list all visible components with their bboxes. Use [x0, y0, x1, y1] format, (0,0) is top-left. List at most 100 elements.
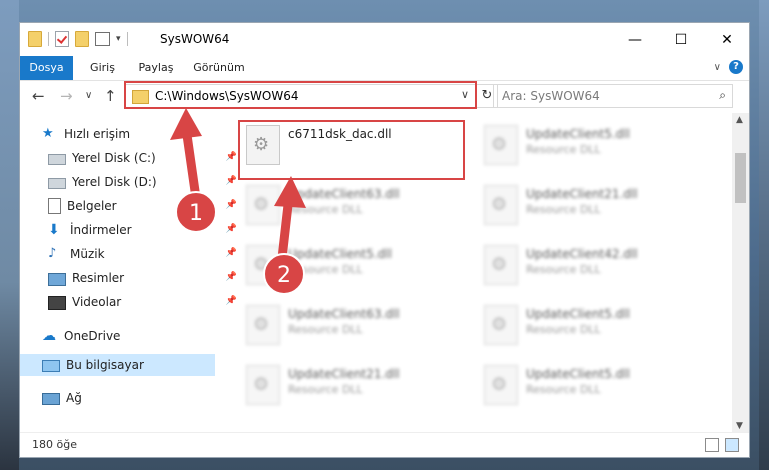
file-name: UpdateClient63.dll [288, 307, 400, 321]
forward-arrow-icon[interactable]: → [60, 87, 73, 105]
new-folder-icon[interactable] [75, 31, 89, 47]
minimize-button[interactable]: — [612, 23, 658, 56]
search-placeholder: Ara: SysWOW64 [502, 89, 600, 103]
dll-file-icon [484, 365, 518, 405]
sidebar-item-label: Ağ [66, 391, 82, 405]
help-icon[interactable]: ? [729, 60, 743, 74]
sidebar-item-music[interactable]: ♪ Müzik 📌 [20, 243, 243, 265]
computer-icon [42, 360, 60, 372]
sidebar-item-label: Yerel Disk (C:) [72, 151, 156, 165]
dll-file-icon [246, 185, 280, 225]
sidebar-item-disk-c[interactable]: Yerel Disk (C:) 📌 [20, 147, 243, 169]
quick-access-toolbar: ▾ [28, 31, 128, 47]
expand-ribbon-icon[interactable]: ∨ [714, 62, 721, 73]
tab-file[interactable]: Dosya [20, 56, 73, 80]
details-view-icon[interactable] [705, 438, 719, 452]
file-item[interactable]: UpdateClient5.dll Resource DLL [478, 359, 708, 409]
navigation-pane: ★ Hızlı erişim Yerel Disk (C:) 📌 Yerel D… [20, 117, 237, 427]
sidebar-item-disk-d[interactable]: Yerel Disk (D:) 📌 [20, 171, 243, 193]
sidebar-item-label: Belgeler [67, 199, 117, 213]
file-item[interactable]: UpdateClient5.dll Resource DLL [478, 119, 708, 169]
file-type: Resource DLL [526, 383, 601, 396]
file-type: Resource DLL [288, 263, 363, 276]
properties-icon[interactable] [95, 32, 110, 46]
sidebar-item-videos[interactable]: Videolar 📌 [20, 291, 243, 313]
up-arrow-icon[interactable]: ↑ [104, 87, 117, 105]
file-type: Resource DLL [526, 203, 601, 216]
file-name: UpdateClient21.dll [526, 187, 638, 201]
dll-file-icon [484, 305, 518, 345]
toolbar-separator [48, 32, 49, 46]
sidebar-item-label: OneDrive [64, 329, 121, 343]
tab-home[interactable]: Giriş [80, 56, 125, 80]
tab-share[interactable]: Paylaş [130, 56, 182, 80]
file-name: UpdateClient63.dll [288, 187, 400, 201]
file-type: Resource DLL [526, 263, 601, 276]
pictures-icon [48, 272, 66, 286]
desktop-wallpaper-left [0, 0, 19, 470]
sidebar-item-quick-access[interactable]: ★ Hızlı erişim [20, 123, 237, 145]
scroll-up-icon[interactable]: ▲ [736, 115, 743, 125]
search-icon[interactable]: ⌕ [719, 88, 726, 103]
file-item[interactable]: UpdateClient21.dll Resource DLL [478, 179, 708, 229]
network-icon [42, 393, 60, 405]
close-button[interactable]: ✕ [704, 23, 750, 56]
file-type: Resource DLL [288, 203, 363, 216]
status-bar: 180 öğe [20, 432, 749, 457]
sidebar-item-label: İndirmeler [70, 223, 132, 237]
file-item[interactable]: UpdateClient21.dll Resource DLL [240, 359, 470, 409]
scrollbar-thumb[interactable] [735, 153, 746, 203]
maximize-button[interactable]: ☐ [658, 23, 704, 56]
large-icons-view-icon[interactable] [725, 438, 739, 452]
drive-icon [48, 178, 66, 189]
vertical-scrollbar[interactable]: ▲ ▼ [732, 113, 749, 433]
file-name: UpdateClient21.dll [288, 367, 400, 381]
documents-icon [48, 198, 61, 214]
back-arrow-icon[interactable]: ← [32, 87, 45, 105]
cloud-icon: ☁ [42, 328, 56, 344]
address-bar-highlight [124, 81, 477, 109]
videos-icon [48, 295, 66, 310]
dll-file-icon [484, 185, 518, 225]
file-item[interactable]: UpdateClient63.dll Resource DLL [240, 179, 470, 229]
sidebar-item-documents[interactable]: Belgeler 📌 [20, 195, 243, 217]
desktop-wallpaper-right [759, 0, 769, 470]
sidebar-item-label: Yerel Disk (D:) [72, 175, 157, 189]
file-item[interactable]: UpdateClient5.dll Resource DLL [478, 299, 708, 349]
sidebar-item-label: Videolar [72, 295, 122, 309]
dll-file-icon [484, 125, 518, 165]
tab-view[interactable]: Görünüm [188, 56, 250, 80]
ribbon-tools: ∨ ? [714, 60, 743, 74]
chevron-down-icon[interactable]: ▾ [116, 34, 121, 44]
sidebar-item-onedrive[interactable]: ☁ OneDrive [20, 325, 237, 347]
folder-icon [28, 31, 42, 47]
file-item[interactable]: UpdateClient42.dll Resource DLL [478, 239, 708, 289]
search-input[interactable]: Ara: SysWOW64 ⌕ [493, 84, 733, 108]
sidebar-item-label: Bu bilgisayar [66, 358, 144, 372]
file-name: UpdateClient5.dll [288, 247, 392, 261]
file-item[interactable]: UpdateClient5.dll Resource DLL [240, 239, 470, 289]
file-name: UpdateClient42.dll [526, 247, 638, 261]
view-toggle [705, 438, 739, 452]
sidebar-item-pictures[interactable]: Resimler 📌 [20, 267, 243, 289]
dll-file-icon [484, 245, 518, 285]
sidebar-item-network[interactable]: Ağ [20, 387, 237, 409]
window-title: SysWOW64 [160, 32, 230, 46]
file-highlight [238, 120, 465, 180]
file-type: Resource DLL [288, 383, 363, 396]
ribbon-tabs: Dosya Giriş Paylaş Görünüm ∨ ? [20, 56, 749, 81]
file-type: Resource DLL [288, 323, 363, 336]
properties-check-icon[interactable] [55, 31, 69, 47]
star-icon: ★ [42, 126, 54, 141]
title-bar: ▾ SysWOW64 — ☐ ✕ [20, 23, 749, 56]
recent-locations-icon[interactable]: ∨ [85, 90, 92, 101]
file-item[interactable]: UpdateClient63.dll Resource DLL [240, 299, 470, 349]
file-name: UpdateClient5.dll [526, 307, 630, 321]
file-type: Resource DLL [526, 323, 601, 336]
scroll-down-icon[interactable]: ▼ [736, 421, 743, 431]
sidebar-item-this-pc[interactable]: Bu bilgisayar [20, 354, 215, 376]
sidebar-item-downloads[interactable]: ⬇ İndirmeler 📌 [20, 219, 243, 241]
music-icon: ♪ [48, 246, 57, 261]
sidebar-item-label: Hızlı erişim [64, 127, 131, 141]
toolbar-separator [126, 32, 128, 46]
